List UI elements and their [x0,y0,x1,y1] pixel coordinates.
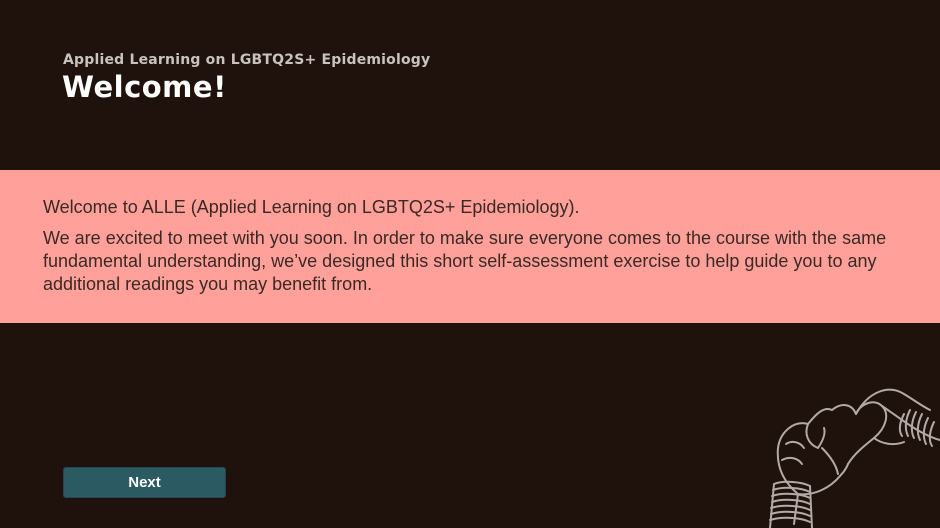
heart-hands-icon [769,388,940,528]
banner-intro-text: Welcome to ALLE (Applied Learning on LGB… [43,197,580,217]
slide-page: Applied Learning on LGBTQ2S+ Epidemiolog… [0,0,940,528]
page-title: Welcome! [62,70,227,104]
banner-body-text: We are excited to meet with you soon. In… [43,228,887,294]
next-button[interactable]: Next [63,467,226,498]
course-subtitle: Applied Learning on LGBTQ2S+ Epidemiolog… [63,52,431,68]
welcome-banner: Welcome to ALLE (Applied Learning on LGB… [0,170,940,323]
